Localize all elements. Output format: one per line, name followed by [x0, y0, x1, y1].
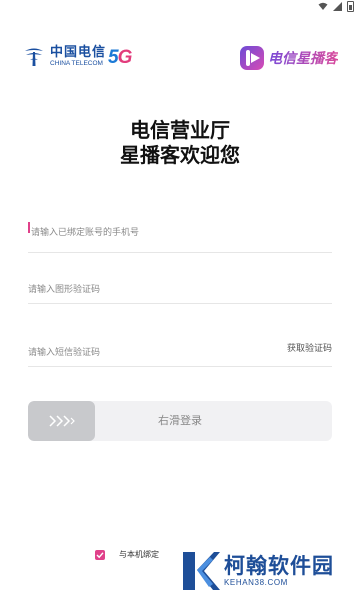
status-icons — [318, 1, 354, 12]
5g-badge: 5G — [108, 47, 132, 68]
welcome-title: 电信营业厅 星播客欢迎您 — [0, 118, 360, 168]
sms-code-input[interactable] — [28, 346, 248, 360]
double-chevron-right-icon — [48, 415, 75, 427]
wifi-icon — [318, 2, 328, 10]
slide-to-login[interactable]: 右滑登录 — [28, 401, 332, 441]
get-code-button[interactable]: 获取验证码 — [287, 341, 332, 354]
phone-field — [28, 220, 332, 253]
status-bar — [0, 0, 360, 14]
watermark: 柯翰软件园 KEHAN38.COM — [180, 548, 334, 594]
welcome-line-2: 星播客欢迎您 — [120, 143, 240, 167]
bind-device-option[interactable]: 与本机绑定 — [95, 549, 159, 560]
captcha-input[interactable] — [28, 283, 248, 297]
slider-handle[interactable] — [28, 401, 95, 441]
bind-device-label: 与本机绑定 — [119, 550, 159, 559]
china-telecom-icon — [25, 48, 43, 66]
captcha-field — [28, 277, 332, 304]
app-brand-logo: 电信星播客 — [240, 46, 338, 70]
play-icon — [240, 46, 264, 70]
carrier-name-en: CHINA TELECOM — [50, 59, 103, 67]
bind-device-checkbox[interactable] — [95, 549, 105, 560]
phone-input[interactable] — [28, 226, 251, 240]
check-icon — [96, 551, 104, 558]
signal-icon — [333, 2, 342, 11]
carrier-name: 中国电信 — [50, 44, 107, 60]
sms-code-field: 获取验证码 — [28, 340, 332, 367]
logo-bar: 中国电信 CHINA TELECOM 5G 电信星播客 — [0, 44, 360, 78]
watermark-name: 柯翰软件园 — [224, 554, 334, 578]
watermark-url: KEHAN38.COM — [224, 578, 288, 587]
china-telecom-logo: 中国电信 CHINA TELECOM — [22, 44, 106, 68]
app-brand-name: 电信星播客 — [268, 48, 338, 68]
welcome-line-1: 电信营业厅 — [130, 118, 230, 142]
battery-icon — [347, 1, 354, 12]
watermark-logo-icon — [183, 552, 220, 590]
text-cursor — [28, 222, 30, 233]
